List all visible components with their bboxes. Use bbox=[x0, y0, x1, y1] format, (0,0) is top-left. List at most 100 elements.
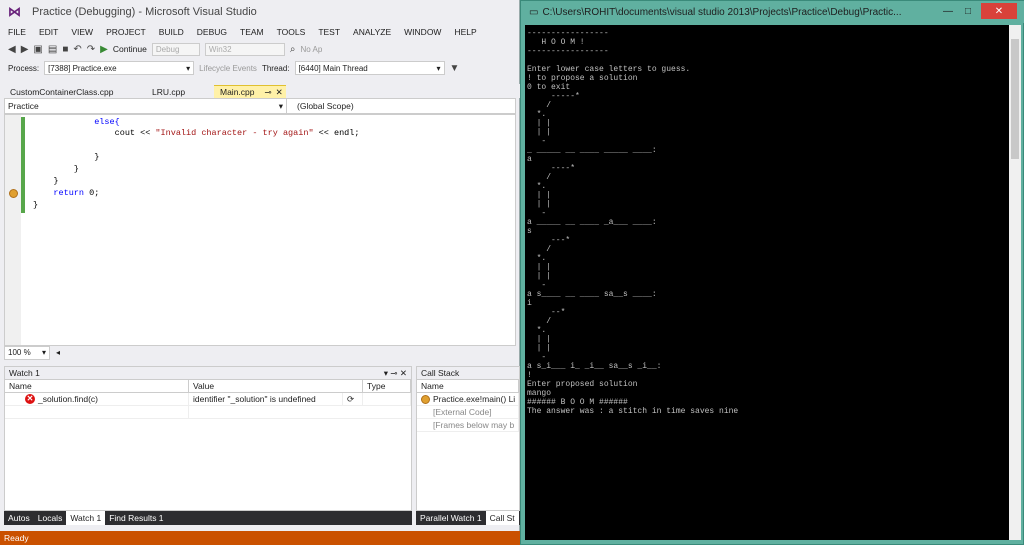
chevron-down-icon: ▾ bbox=[436, 63, 441, 73]
editor-zoom-bar: 100 % ▾ ◂ bbox=[4, 345, 516, 360]
console-line: a s_i___ i_ _i__ sa__s _i__: bbox=[527, 362, 662, 371]
scroll-left-icon[interactable]: ◂ bbox=[56, 348, 60, 357]
menu-tools[interactable]: TOOLS bbox=[277, 27, 313, 37]
col-value[interactable]: Value bbox=[189, 380, 363, 392]
table-row[interactable]: Practice.exe!main() Li bbox=[417, 393, 519, 406]
tab-lru[interactable]: LRU.cpp bbox=[146, 85, 212, 98]
refresh-icon[interactable]: ⟳ bbox=[343, 393, 363, 405]
call-stack-pane: Call Stack Name Practice.exe!main() Li [… bbox=[416, 366, 520, 511]
minimize-icon[interactable]: — bbox=[941, 6, 955, 17]
platform-combo[interactable]: Win32 bbox=[204, 42, 285, 56]
continue-icon[interactable]: ▶ bbox=[100, 44, 108, 55]
tab-find-results[interactable]: Find Results 1 bbox=[105, 511, 167, 525]
code-line: } bbox=[33, 200, 39, 210]
menu-debug[interactable]: DEBUG bbox=[197, 27, 234, 37]
scroll-thumb[interactable] bbox=[1011, 39, 1019, 159]
thread-value: [6440] Main Thread bbox=[298, 63, 368, 73]
vs-title-bar: ⋈ Practice (Debugging) - Microsoft Visua… bbox=[0, 0, 520, 24]
current-statement-icon[interactable] bbox=[9, 189, 18, 198]
status-text: Ready bbox=[4, 533, 29, 543]
menu-team[interactable]: TEAM bbox=[240, 27, 271, 37]
table-row[interactable] bbox=[5, 406, 411, 419]
console-line: -----* bbox=[527, 92, 580, 101]
console-line: *. bbox=[527, 326, 547, 335]
console-line: ---* bbox=[527, 236, 571, 245]
menu-edit[interactable]: EDIT bbox=[39, 27, 65, 37]
col-name[interactable]: Name bbox=[417, 380, 519, 392]
tab-call-stack[interactable]: Call St bbox=[485, 511, 519, 525]
col-type[interactable]: Type bbox=[363, 380, 411, 392]
menu-analyze[interactable]: ANALYZE bbox=[353, 27, 398, 37]
console-line: _ _____ __ ____ _____ ____: bbox=[527, 146, 657, 155]
table-row[interactable]: [External Code] bbox=[417, 406, 519, 419]
config-combo[interactable]: Debug bbox=[151, 42, 200, 56]
console-line: a _____ __ ____ _a___ ____: bbox=[527, 218, 657, 227]
maximize-icon[interactable]: □ bbox=[961, 6, 975, 17]
thread-combo[interactable]: [6440] Main Thread ▾ bbox=[294, 61, 445, 75]
table-row[interactable]: ✕ _solution.find(c) identifier "_solutio… bbox=[5, 393, 411, 406]
console-scrollbar[interactable] bbox=[1009, 25, 1021, 540]
back-icon[interactable]: ◀ bbox=[8, 44, 16, 55]
console-line: s bbox=[527, 227, 532, 236]
console-line: mango bbox=[527, 389, 552, 398]
watch-pane: Watch 1 ▾ ⊸ ✕ Name Value Type ✕ _solutio… bbox=[4, 366, 412, 511]
console-line: ----* bbox=[527, 164, 576, 173]
console-title: C:\Users\ROHIT\documents\visual studio 2… bbox=[542, 6, 902, 18]
close-icon[interactable]: ✕ bbox=[981, 3, 1017, 19]
watch-value: identifier "_solution" is undefined bbox=[189, 393, 343, 405]
tab-customcontainerclass[interactable]: CustomContainerClass.cpp bbox=[4, 85, 144, 98]
menu-help[interactable]: HELP bbox=[454, 27, 483, 37]
console-line: / bbox=[527, 101, 552, 110]
tab-autos[interactable]: Autos bbox=[4, 511, 34, 525]
pin-icon[interactable]: ⊸ bbox=[265, 87, 272, 98]
tab-locals[interactable]: Locals bbox=[34, 511, 67, 525]
empty-cell[interactable] bbox=[5, 406, 189, 418]
watch-name-cell[interactable]: ✕ _solution.find(c) bbox=[5, 393, 189, 405]
editor-gutter[interactable] bbox=[5, 115, 21, 345]
pin-icon[interactable]: ⊸ bbox=[390, 368, 397, 378]
find-icon[interactable]: ⌕ bbox=[290, 44, 296, 55]
chevron-down-icon: ▾ bbox=[278, 100, 283, 111]
menu-build[interactable]: BUILD bbox=[159, 27, 191, 37]
table-row[interactable]: [Frames below may b bbox=[417, 419, 519, 432]
tab-main[interactable]: Main.cpp ⊸ ✕ bbox=[214, 85, 286, 98]
console-line: / bbox=[527, 173, 552, 182]
console-line: ----------------- bbox=[527, 47, 609, 56]
undo-icon[interactable]: ↶ bbox=[73, 44, 81, 55]
menu-file[interactable]: FILE bbox=[8, 27, 33, 37]
tab-parallel-watch[interactable]: Parallel Watch 1 bbox=[416, 511, 486, 525]
menu-project[interactable]: PROJECT bbox=[106, 27, 153, 37]
call-stack-title: Call Stack bbox=[421, 368, 460, 378]
redo-icon[interactable]: ↷ bbox=[87, 44, 95, 55]
new-project-icon[interactable]: ▣ bbox=[33, 44, 42, 55]
watch-type bbox=[363, 393, 411, 405]
console-line: Enter lower case letters to guess. bbox=[527, 65, 691, 74]
close-icon[interactable]: ✕ bbox=[400, 368, 407, 378]
watch-column-header: Name Value Type bbox=[5, 380, 411, 393]
console-output[interactable]: ----------------- H O O M ! -------------… bbox=[525, 25, 1009, 540]
project-scope-combo[interactable]: Practice ▾ bbox=[5, 99, 287, 113]
zoom-combo[interactable]: 100 % ▾ bbox=[4, 345, 50, 360]
open-icon[interactable]: ▤ bbox=[48, 44, 57, 55]
console-line: 0 to exit bbox=[527, 83, 571, 92]
tab-main-label: Main.cpp bbox=[220, 87, 255, 97]
thread-label: Thread: bbox=[261, 63, 290, 73]
process-combo[interactable]: [7388] Practice.exe ▾ bbox=[44, 61, 195, 75]
filter-icon[interactable]: ▼ bbox=[450, 63, 460, 74]
continue-button[interactable]: Continue bbox=[113, 44, 147, 54]
save-icon[interactable]: ■ bbox=[62, 44, 68, 55]
code-line: } bbox=[33, 164, 79, 174]
tab-watch1[interactable]: Watch 1 bbox=[66, 511, 106, 525]
console-line: - bbox=[527, 281, 547, 290]
code-editor[interactable]: else{ cout << "Invalid character - try a… bbox=[4, 114, 516, 346]
global-scope-combo[interactable]: (Global Scope) bbox=[287, 99, 515, 113]
close-icon[interactable]: ✕ bbox=[276, 87, 283, 98]
lifecycle-events-button[interactable]: Lifecycle Events bbox=[199, 64, 257, 73]
col-name[interactable]: Name bbox=[5, 380, 189, 392]
forward-icon[interactable]: ▶ bbox=[21, 44, 29, 55]
chevron-down-icon[interactable]: ▾ bbox=[384, 368, 388, 378]
console-line: Enter proposed solution bbox=[527, 380, 638, 389]
menu-view[interactable]: VIEW bbox=[71, 27, 100, 37]
menu-window[interactable]: WINDOW bbox=[404, 27, 448, 37]
menu-test[interactable]: TEST bbox=[318, 27, 347, 37]
